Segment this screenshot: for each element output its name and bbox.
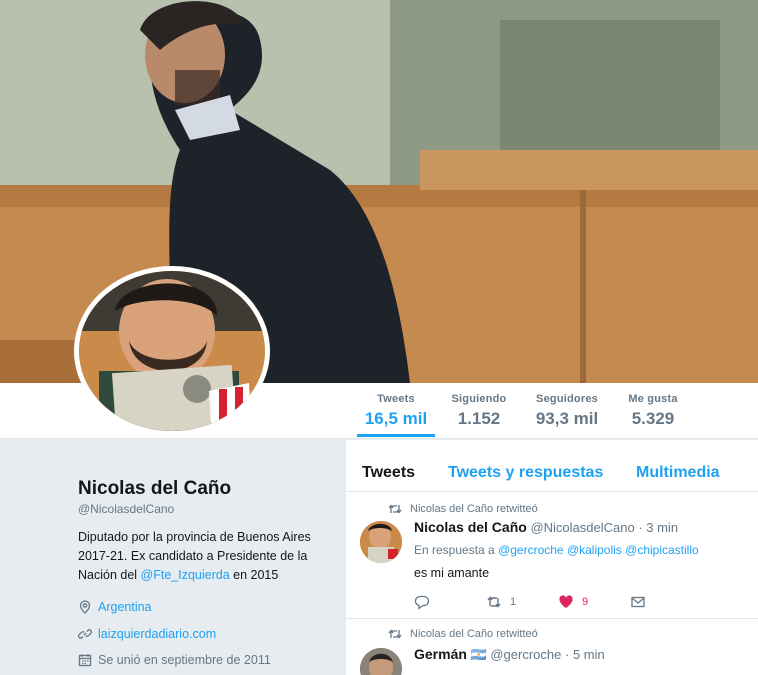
tweet-time[interactable]: · 3 min	[638, 520, 678, 535]
tweet-header: Germán 🇦🇷 @gercroche · 5 min	[414, 646, 605, 663]
stat-tweets[interactable]: Tweets 16,5 mil	[357, 393, 435, 437]
tweet-handle[interactable]: @NicolasdelCano	[530, 520, 634, 535]
reply-context: En respuesta a @gercroche @kalipolis @ch…	[414, 543, 699, 557]
tweet-author[interactable]: Nicolas del Caño	[414, 519, 527, 535]
stat-label: Tweets	[377, 393, 415, 405]
bio-text-tail: en 2015	[229, 568, 279, 582]
retweet-icon	[388, 629, 402, 639]
profile-handle[interactable]: @NicolasdelCano	[78, 502, 174, 516]
profile-website: laizquierdadiario.com	[78, 627, 216, 641]
profile-name: Nicolas del Caño	[78, 478, 232, 499]
tab-tweets[interactable]: Tweets	[362, 464, 415, 482]
retweet-icon	[487, 596, 501, 608]
retweet-label: Nicolas del Caño retwitteó	[410, 503, 538, 515]
retweet-indicator: Nicolas del Caño retwitteó	[388, 628, 538, 640]
stat-followers[interactable]: Seguidores 93,3 mil	[532, 393, 602, 429]
avatar-photo	[360, 648, 402, 675]
stat-label: Seguidores	[536, 393, 598, 405]
profile-location: Argentina	[78, 600, 152, 614]
tab-tweets-and-replies[interactable]: Tweets y respuestas	[448, 464, 603, 482]
tweet-item[interactable]: Nicolas del Caño retwitteó Germán 🇦🇷 @ge…	[346, 620, 758, 675]
stat-likes[interactable]: Me gusta 5.329	[622, 393, 684, 429]
tweet-item[interactable]: Nicolas del Caño retwitteó Nicolas del C…	[346, 493, 758, 619]
retweet-button[interactable]: 1	[486, 594, 558, 610]
tweet-time[interactable]: · 5 min	[565, 647, 605, 662]
link-icon	[78, 629, 92, 639]
direct-message-button[interactable]	[630, 594, 702, 610]
bio-mention-link[interactable]: @Fte_Izquierda	[141, 568, 230, 582]
like-count: 9	[582, 596, 589, 608]
stat-label: Me gusta	[628, 393, 678, 405]
calendar-icon	[78, 654, 92, 667]
retweet-indicator: Nicolas del Caño retwitteó	[388, 503, 538, 515]
like-button[interactable]: 9	[558, 594, 630, 610]
retweet-icon	[388, 504, 402, 514]
tweet-avatar[interactable]	[360, 521, 402, 563]
stat-value: 16,5 mil	[364, 409, 428, 428]
retweet-label: Nicolas del Caño retwitteó	[410, 628, 538, 640]
avatar-photo	[79, 271, 265, 431]
reply-button[interactable]	[414, 594, 486, 610]
tweet-header: Nicolas del Caño @NicolasdelCano · 3 min	[414, 519, 678, 535]
tab-media[interactable]: Multimedia	[636, 464, 720, 482]
stat-label: Siguiendo	[451, 393, 507, 405]
tweet-text: es mi amante	[414, 566, 490, 580]
joined-date: Se unió en septiembre de 2011	[98, 653, 271, 667]
reply-prefix: En respuesta a	[414, 543, 495, 557]
location-pin-icon	[79, 600, 91, 614]
profile-joined: Se unió en septiembre de 2011	[78, 653, 271, 667]
profile-avatar[interactable]	[74, 266, 270, 436]
location-link[interactable]: Argentina	[98, 600, 152, 614]
reply-mentions[interactable]: @gercroche @kalipolis @chipicastillo	[498, 543, 699, 557]
tweet-handle[interactable]: @gercroche	[490, 647, 561, 662]
reply-icon	[414, 595, 430, 610]
heart-icon	[559, 595, 573, 608]
stat-value: 93,3 mil	[535, 409, 599, 428]
tweet-actions: 1 9	[414, 594, 702, 610]
retweet-count: 1	[510, 596, 517, 608]
timeline-tabs: Tweets Tweets y respuestas Multimedia	[346, 452, 758, 492]
website-link[interactable]: laizquierdadiario.com	[98, 627, 216, 641]
flag-icon: 🇦🇷	[470, 647, 487, 662]
profile-bio: Diputado por la provincia de Buenos Aire…	[78, 528, 340, 585]
direct-message-icon	[631, 596, 645, 608]
avatar-photo	[360, 521, 402, 563]
tweet-avatar[interactable]	[360, 648, 402, 675]
tweet-author[interactable]: Germán	[414, 646, 467, 662]
stat-value: 1.152	[457, 409, 501, 428]
stat-value: 5.329	[631, 409, 675, 428]
stat-following[interactable]: Siguiendo 1.152	[448, 393, 510, 429]
